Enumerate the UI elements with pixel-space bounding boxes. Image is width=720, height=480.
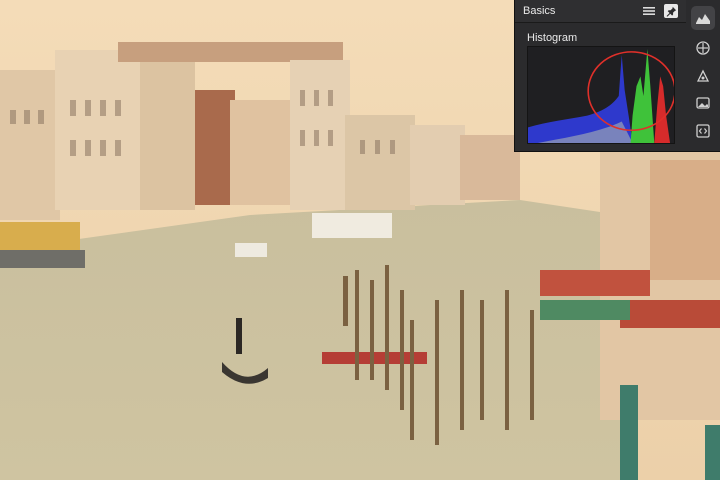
histogram-red-channel — [654, 76, 671, 143]
adjustments-tool-button[interactable] — [691, 64, 715, 88]
pin-icon[interactable] — [664, 4, 678, 18]
right-toolbar — [686, 0, 720, 152]
basics-panel: Basics Histogram — [514, 0, 686, 152]
header-icons — [642, 4, 678, 18]
panel-header: Basics — [515, 0, 686, 23]
histogram-icon — [696, 14, 710, 24]
crop-target-icon — [696, 41, 710, 55]
panel-title: Basics — [523, 5, 556, 17]
histogram-title: Histogram — [527, 32, 578, 44]
hamburger-menu-icon[interactable] — [642, 4, 656, 18]
code-brackets-icon — [696, 124, 710, 138]
histogram-tool-button[interactable] — [691, 6, 715, 30]
adjustments-icon — [696, 69, 710, 82]
crop-target-tool-button[interactable] — [691, 36, 715, 60]
image-icon — [696, 97, 710, 109]
histogram-graph — [527, 46, 675, 144]
code-tool-button[interactable] — [691, 119, 715, 143]
image-tool-button[interactable] — [691, 91, 715, 115]
